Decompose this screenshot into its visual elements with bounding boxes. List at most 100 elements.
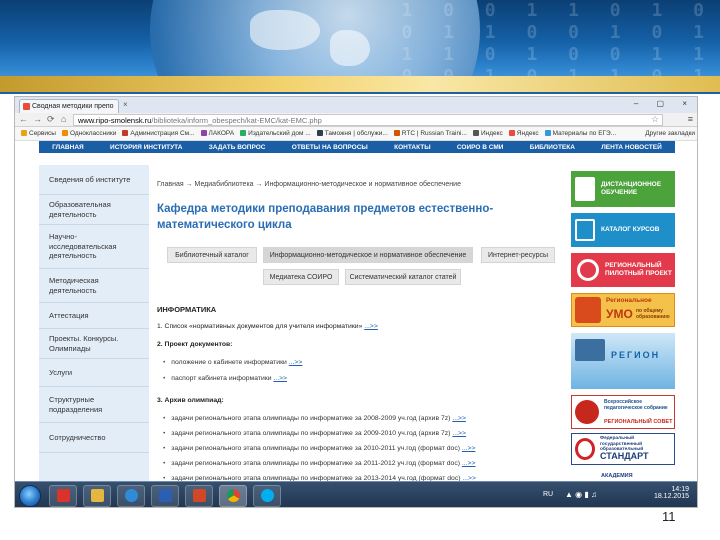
site-sidebar: Сведения об институте Образовательная дея… (39, 165, 149, 485)
bookmark-label: Одноклассники (69, 130, 117, 137)
continent-graphic (250, 10, 320, 50)
banner-region[interactable]: РЕГИОН (571, 333, 675, 389)
media-icon (57, 489, 70, 502)
site-nav-item[interactable]: ГЛАВНАЯ (52, 144, 84, 151)
list-item: положение о кабинете информатики ...>> (163, 359, 302, 366)
tab-info-support[interactable]: Информационно-методическое и нормативное… (263, 247, 473, 263)
sidebar-item[interactable]: Проекты. Конкурсы. Олимпиады (39, 329, 149, 359)
forward-icon[interactable]: → (33, 114, 42, 124)
system-tray: RU ▲ ◉ ▮ ♫ 14:19 18.12.2015 (543, 485, 693, 507)
tab-articles-catalog[interactable]: Систематический каталог статей (345, 269, 461, 285)
bookmark-label: Таможня | обслужи... (324, 130, 388, 137)
sidebar-item[interactable]: Методическая деятельность (39, 269, 149, 303)
bookmark-item[interactable]: Таможня | обслужи... (316, 130, 388, 137)
bookmark-item[interactable]: Материалы по ЕГЭ... (544, 130, 616, 137)
more-link[interactable]: ...>> (364, 323, 378, 330)
bookmark-item[interactable]: Администрация См... (122, 130, 195, 137)
sidebar-item[interactable]: Научно-исследовательская деятельность (39, 225, 149, 269)
tab-media-library[interactable]: Медиатека СОИРО (263, 269, 339, 285)
bookmark-item[interactable]: RTC | Russian Traini... (393, 130, 467, 137)
banner-course-catalog[interactable]: КАТАЛОГ КУРСОВ (571, 213, 675, 247)
clock[interactable]: 14:19 18.12.2015 (654, 486, 689, 500)
more-link[interactable]: ...>> (273, 375, 287, 382)
bookmark-icon (240, 130, 247, 136)
site-nav-item[interactable]: БИБЛИОТЕКА (530, 144, 575, 151)
sidebar-item[interactable]: Структурные подразделения (39, 387, 149, 423)
slide-header: 1 0 0 1 1 0 1 0 0 1 1 0 0 1 0 1 1 1 0 1 … (0, 0, 720, 92)
start-button[interactable] (19, 485, 41, 507)
bookmark-icon (200, 130, 207, 136)
taskbar-app-media[interactable] (49, 485, 77, 507)
reload-icon[interactable]: ⟳ (47, 114, 55, 125)
sidebar-item[interactable]: Сведения об институте (39, 165, 149, 195)
more-link[interactable]: ...>> (452, 430, 466, 437)
skype-icon (261, 489, 274, 502)
taskbar-app-skype[interactable] (253, 485, 281, 507)
bookmark-icon (508, 130, 515, 136)
flag-icon (577, 259, 599, 281)
chrome-icon (227, 489, 240, 502)
list-item: задачи регионального этапа олимпиады по … (163, 430, 466, 437)
word-icon (159, 489, 172, 502)
bookmark-icon (61, 130, 68, 136)
list-item: 1. Список «нормативных документов для уч… (157, 323, 378, 330)
back-icon[interactable]: ← (19, 114, 28, 124)
bookmark-item[interactable]: Издательский дом ... (240, 130, 311, 137)
list-item: 2. Проект документов: (157, 341, 233, 348)
site-nav-item[interactable]: ИСТОРИЯ ИНСТИТУТА (110, 144, 182, 151)
sidebar-item[interactable]: Образовательная деятельность (39, 195, 149, 225)
bookmark-icon (122, 130, 129, 136)
banner-distance-learning[interactable]: ДИСТАНЦИОННОЕ ОБУЧЕНИЕ (571, 171, 675, 207)
taskbar-app-explorer[interactable] (83, 485, 111, 507)
site-nav-item[interactable]: СОИРО В СМИ (457, 144, 504, 151)
site-nav-item[interactable]: ЛЕНТА НОВОСТЕЙ (601, 144, 662, 151)
window-controls[interactable]: – ▢ × (634, 99, 695, 108)
url-input[interactable]: www.ripo-smolensk.ru/biblioteka/inform_o… (73, 114, 663, 126)
list-item: задачи регионального этапа олимпиады по … (163, 460, 475, 467)
taskbar-app-powerpoint[interactable] (185, 485, 213, 507)
banner-fgos-standard[interactable]: Федеральный государственный образователь… (571, 433, 675, 465)
clock-date: 18.12.2015 (653, 493, 689, 500)
bookmark-item[interactable]: Сервисы (21, 130, 56, 137)
more-link[interactable]: ...>> (462, 460, 476, 467)
site-nav-item[interactable]: ОТВЕТЫ НА ВОПРОСЫ (292, 144, 368, 151)
other-bookmarks[interactable]: Другие закладки (645, 130, 695, 137)
banner-umo[interactable]: Региональное УМО по общему образованию (571, 293, 675, 327)
monitor-icon (575, 339, 605, 361)
more-link[interactable]: ...>> (452, 415, 466, 422)
url-host: www.ripo-smolensk.ru (78, 116, 152, 125)
banner-pilot-project[interactable]: РЕГИОНАЛЬНЫЙ ПИЛОТНЫЙ ПРОЕКТ (571, 253, 675, 287)
breadcrumb: Главная → Медиабиблиотека → Информационн… (157, 181, 461, 188)
header-divider (0, 92, 720, 94)
tab-internet-resources[interactable]: Интернет-ресурсы (481, 247, 555, 263)
site-nav-item[interactable]: КОНТАКТЫ (394, 144, 430, 151)
bookmark-item[interactable]: Яндекс (508, 130, 539, 137)
more-link[interactable]: ...>> (462, 445, 476, 452)
tab-library-catalog[interactable]: Библиотечный каталог (167, 247, 257, 263)
list-item: паспорт кабинета информатики ...>> (163, 375, 287, 382)
sidebar-item[interactable]: Аттестация (39, 303, 149, 329)
tray-icons[interactable]: ▲ ◉ ▮ ♫ (565, 490, 597, 499)
more-link[interactable]: ...>> (289, 359, 303, 366)
language-indicator[interactable]: RU (543, 491, 553, 498)
menu-icon[interactable]: ≡ (688, 114, 693, 124)
taskbar-app-chrome[interactable] (219, 485, 247, 507)
sidebar-item[interactable]: Услуги (39, 359, 149, 387)
bookmark-icon (393, 130, 400, 136)
banner-regional-council[interactable]: Всероссийское педагогическое собрание РЕ… (571, 395, 675, 429)
taskbar-app-ie[interactable] (117, 485, 145, 507)
home-icon[interactable]: ⌂ (61, 114, 66, 124)
close-tab-icon[interactable]: × (123, 100, 128, 109)
taskbar-app-word[interactable] (151, 485, 179, 507)
sidebar-item[interactable]: Сотрудничество (39, 423, 149, 453)
bookmark-icon (472, 130, 479, 136)
bookmark-item[interactable]: Одноклассники (61, 130, 117, 137)
browser-tab[interactable]: Сводная методики препо (19, 99, 119, 113)
tab-title: Сводная методики препо (32, 103, 114, 110)
bookmark-label: Сервисы (29, 130, 56, 137)
site-nav-item[interactable]: ЗАДАТЬ ВОПРОС (209, 144, 266, 151)
bookmark-item[interactable]: Индекс (472, 130, 503, 137)
bookmark-item[interactable]: ЛАКОРА (200, 130, 234, 137)
bookmark-star-icon[interactable]: ☆ (651, 114, 659, 125)
clock-time: 14:19 (671, 486, 689, 493)
